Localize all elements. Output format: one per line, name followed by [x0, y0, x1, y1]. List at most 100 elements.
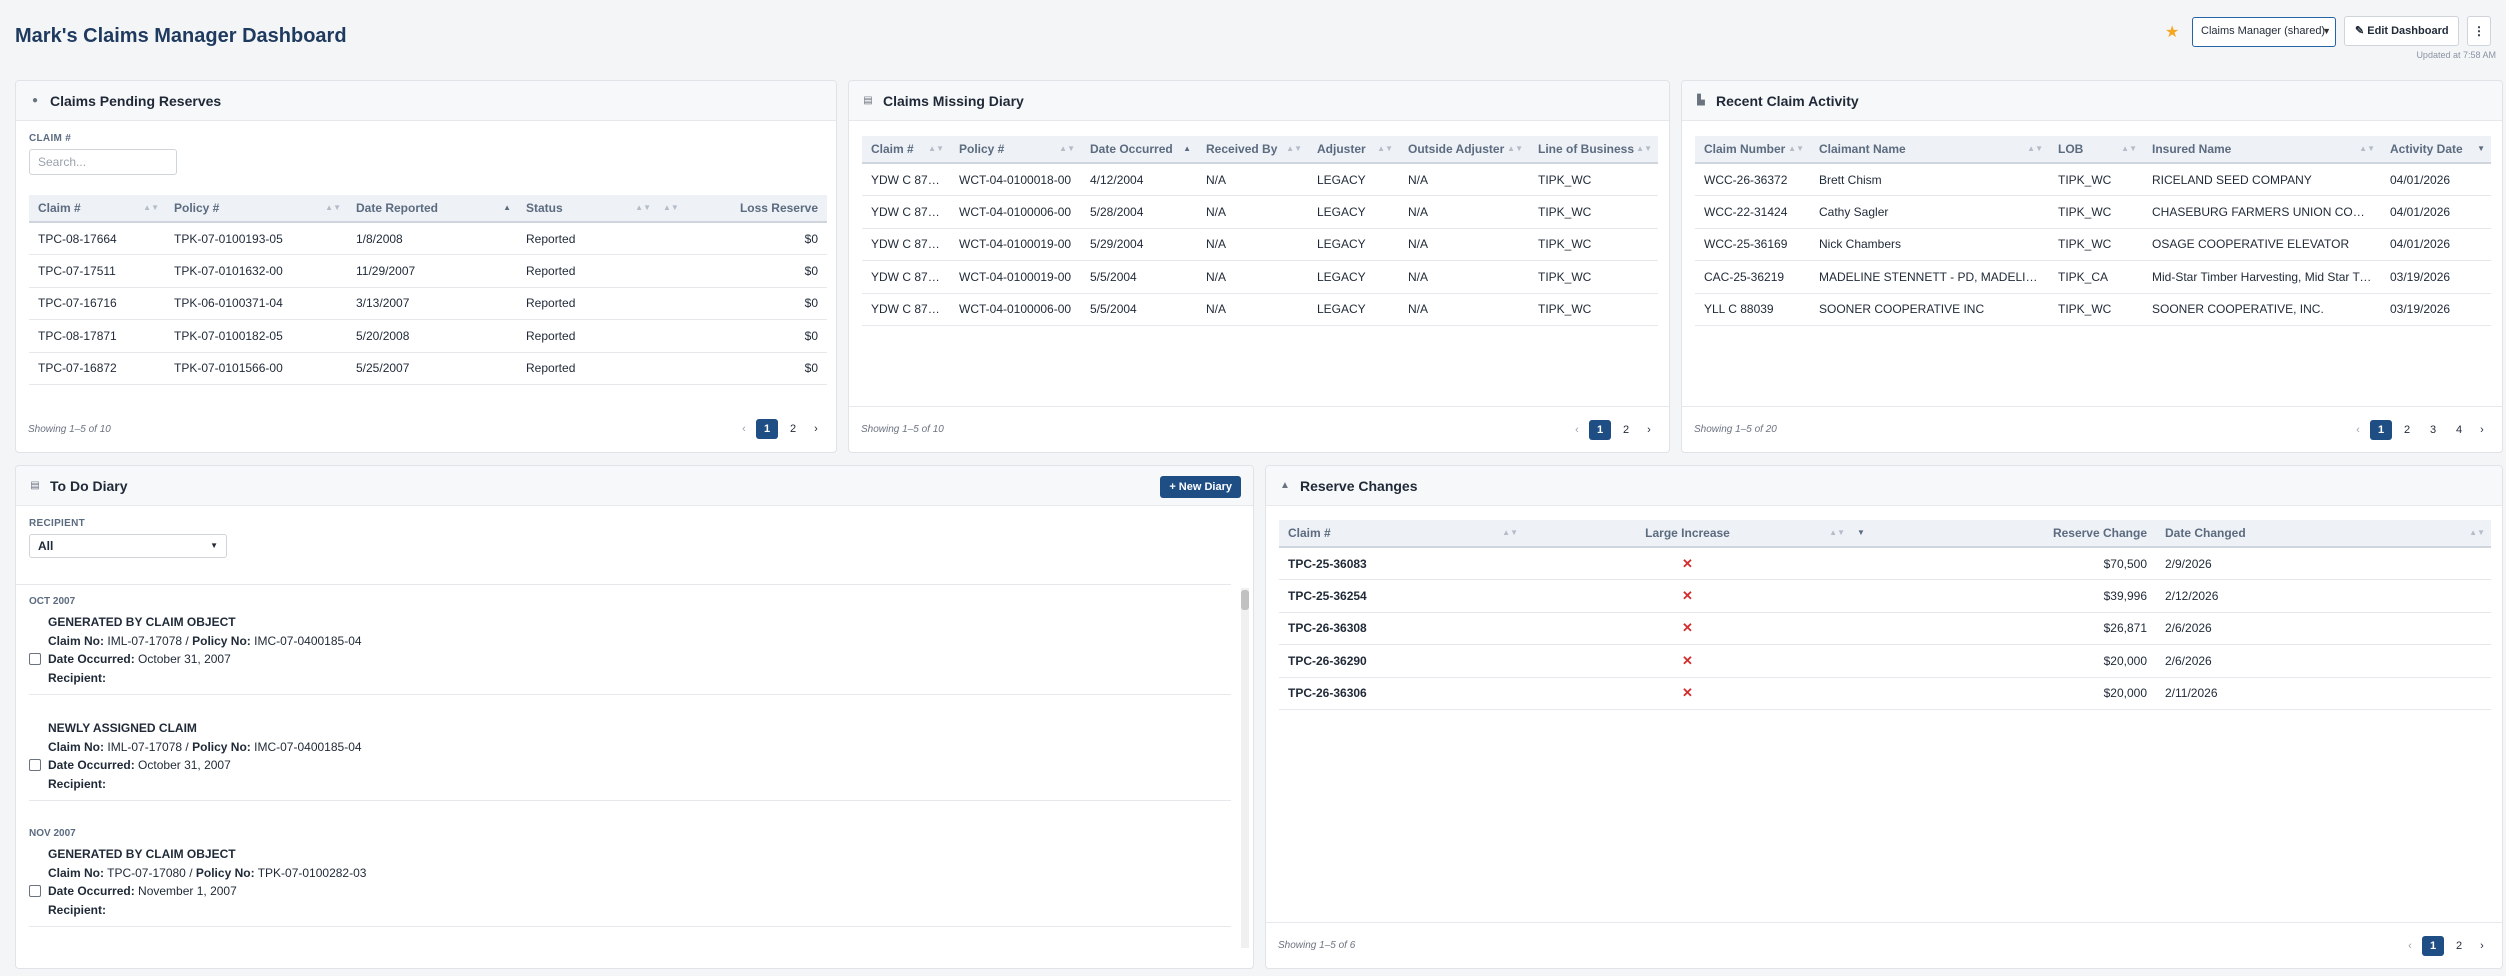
column-header[interactable]: Adjuster ▲▼ [1308, 136, 1399, 164]
table-row[interactable]: TPC-08-17664 TPK-07-0100193-05 1/8/2008 Rep… [29, 222, 827, 255]
diary-scrollbar[interactable] [1241, 588, 1249, 948]
column-header[interactable]: Claim Number ▲▼ [1695, 136, 1810, 164]
sort-icon: ▲▼ [2359, 144, 2375, 153]
policy-no-value: TPK-07-0100282-03 [257, 865, 367, 880]
page-button[interactable]: 2 [782, 419, 804, 439]
x-mark-icon: ✕ [1682, 652, 1693, 668]
column-header[interactable]: Claimant Name ▲▼ [1810, 136, 2049, 164]
column-header[interactable]: Date Occurred ▲ [1081, 136, 1197, 164]
table-row[interactable]: WCC-25-36169 Nick Chambers TIPK_WC OSAGE CO… [1695, 228, 2491, 261]
prev-page-button[interactable]: ‹ [2402, 936, 2418, 956]
diary-entry-checkbox[interactable] [29, 885, 41, 897]
sort-icon: ▲▼ [1059, 144, 1075, 153]
table-row[interactable]: YDW C 87516 WCT-04-0100019-00 5/29/2004 N/A… [862, 228, 1658, 261]
table-cell: TIPK_WC [2049, 195, 2143, 229]
column-header[interactable]: Line of Business ▲▼ [1529, 136, 1658, 164]
table-row[interactable]: YDW C 87518 WCT-04-0100006-00 5/5/2004 N/A L… [862, 293, 1658, 326]
column-header[interactable]: Status ▲▼ [517, 195, 657, 223]
table-row[interactable]: TPC-07-16716 TPK-06-0100371-04 3/13/2007 Re… [29, 287, 827, 320]
page-button[interactable]: 2 [2396, 420, 2418, 440]
table-cell: TIPK_WC [2049, 293, 2143, 326]
panel-header: ▤ To Do Diary + New Diary [16, 466, 1253, 506]
table-row[interactable]: TPC-26-36308 ✕ $26,871 2/6/2026 [1279, 612, 2491, 645]
page-button[interactable]: 2 [1615, 420, 1637, 440]
table-row[interactable]: TPC-26-36306 ✕ $20,000 2/11/2026 [1279, 677, 2491, 710]
x-mark-icon: ✕ [1682, 685, 1693, 701]
table-cell: WCC-26-36372 [1695, 163, 1810, 196]
diary-entry-checkbox[interactable] [29, 653, 41, 665]
page-button[interactable]: 3 [2422, 420, 2444, 440]
table-row[interactable]: TPC-25-36083 ✕ $70,500 2/9/2026 [1279, 547, 2491, 580]
diary-scroll-thumb[interactable] [1241, 590, 1249, 610]
pagination: ‹ 1 2 › [736, 419, 824, 439]
table-cell: 4/12/2004 [1081, 163, 1197, 196]
prev-page-button[interactable]: ‹ [736, 419, 752, 439]
table-cell: WCT-04-0100006-00 [950, 293, 1081, 326]
page-button[interactable]: 2 [2448, 936, 2470, 956]
table-row[interactable]: TPC-07-16872 TPK-07-0101566-00 5/25/2007 Re… [29, 352, 827, 385]
recipient-select[interactable]: All ▼ [29, 534, 227, 558]
column-header[interactable]: LOB ▲▼ [2049, 136, 2143, 164]
column-header[interactable]: Received By ▲▼ [1197, 136, 1308, 164]
table-cell: $0 [657, 254, 827, 288]
column-header[interactable]: Claim # ▲▼ [1279, 520, 1524, 548]
next-page-button[interactable]: › [808, 419, 824, 439]
more-options-button[interactable]: ⋮ [2467, 16, 2491, 46]
table-row[interactable]: CAC-25-36219 MADELINE STENNETT - PD, MADE… [1695, 260, 2491, 294]
table-row[interactable]: TPC-07-17511 TPK-07-0101632-00 11/29/2007 R… [29, 254, 827, 288]
date-occurred-label: Date Occurred: [48, 652, 135, 666]
table-row[interactable]: WCC-26-36372 Brett Chism TIPK_WC RICELAND S… [1695, 163, 2491, 196]
table-row[interactable]: YDW C 87514 WCT-04-0100018-00 4/12/2004 N/A… [862, 163, 1658, 196]
page-button[interactable]: 1 [2370, 419, 2392, 440]
next-page-button[interactable]: › [2474, 420, 2490, 440]
table-row[interactable]: TPC-25-36254 ✕ $39,996 2/12/2026 [1279, 579, 2491, 613]
table-cell: LEGACY [1308, 195, 1399, 229]
new-diary-button[interactable]: + New Diary [1160, 476, 1241, 498]
prev-page-button[interactable]: ‹ [1569, 420, 1585, 440]
page-button[interactable]: 4 [2448, 420, 2470, 440]
page-button[interactable]: 1 [2422, 935, 2444, 956]
column-header[interactable]: Claim # ▲▼ [29, 195, 165, 223]
pagination: ‹ 1 2 3 4 › [2350, 419, 2490, 440]
table-cell: $39,996 [1851, 579, 2156, 613]
column-header[interactable]: Claim # ▲▼ [862, 136, 950, 164]
column-header[interactable]: Date Reported ▲ [347, 195, 517, 223]
prev-page-button[interactable]: ‹ [2350, 420, 2366, 440]
column-header[interactable]: Outside Adjuster ▲▼ [1399, 136, 1529, 164]
column-header[interactable]: Large Increase ▲▼ [1524, 520, 1851, 548]
column-header-label: Date Changed [2165, 526, 2246, 540]
column-header[interactable]: Date Changed ▲▼ [2156, 520, 2491, 548]
page-button[interactable]: 1 [756, 419, 778, 439]
table-cell: $0 [657, 222, 827, 255]
column-header[interactable]: Policy # ▲▼ [950, 136, 1081, 164]
table-row[interactable]: YDW C 87515 WCT-04-0100019-00 5/5/2004 N/A L… [862, 260, 1658, 294]
table-row[interactable]: TPC-08-17871 TPK-07-0100182-05 5/20/2008 Re… [29, 319, 827, 353]
column-header[interactable]: Activity Date ▼ [2381, 136, 2491, 164]
diary-entry-date-line: Date Occurred: October 31, 2007 [48, 650, 362, 669]
claim-no-value: IML-07-17078 [107, 633, 183, 648]
table-row[interactable]: YDW C 87517 WCT-04-0100006-00 5/28/2004 N/A… [862, 195, 1658, 229]
table-header-row: Claim # ▲▼ Policy # ▲▼ Date Reported ▲ Stat… [29, 195, 827, 223]
next-page-button[interactable]: › [2474, 936, 2490, 956]
dashboard-select[interactable]: Claims Manager (shared) ▼ [2192, 17, 2336, 47]
table-cell: YDW C 87516 [862, 228, 950, 261]
next-page-button[interactable]: › [1641, 420, 1657, 440]
table-row[interactable]: YLL C 88039 SOONER COOPERATIVE INC TIPK_WC… [1695, 293, 2491, 326]
diary-entry-title: GENERATED BY CLAIM OBJECT [48, 615, 236, 629]
diary-entry: GENERATED BY CLAIM OBJECT Claim No: IML-… [29, 613, 1231, 695]
table-row[interactable]: WCC-22-31424 Cathy Sagler TIPK_WC CHASEBURG… [1695, 195, 2491, 229]
star-icon[interactable]: ★ [2165, 22, 2179, 42]
column-header[interactable]: ▼ Reserve Change [1851, 520, 2156, 548]
column-header[interactable]: Policy # ▲▼ [165, 195, 347, 223]
edit-dashboard-button[interactable]: ✎ Edit Dashboard [2344, 16, 2459, 46]
diary-entry-checkbox[interactable] [29, 759, 41, 771]
claim-search-input[interactable] [29, 149, 177, 175]
page-button[interactable]: 1 [1589, 419, 1611, 440]
column-header[interactable]: Insured Name ▲▼ [2143, 136, 2381, 164]
bar-chart-icon: ▙ [1697, 95, 1705, 106]
claim-no-label: Claim No: [48, 633, 105, 648]
table-row[interactable]: TPC-26-36290 ✕ $20,000 2/6/2026 [1279, 644, 2491, 678]
diary-entry-body: NEWLY ASSIGNED CLAIM Claim No: IML-07-17… [48, 719, 362, 793]
column-header[interactable]: ▲▼ Loss Reserve [657, 195, 827, 223]
diary-list[interactable]: OCT 2007 GENERATED BY CLAIM OBJECT Claim… [16, 584, 1231, 951]
